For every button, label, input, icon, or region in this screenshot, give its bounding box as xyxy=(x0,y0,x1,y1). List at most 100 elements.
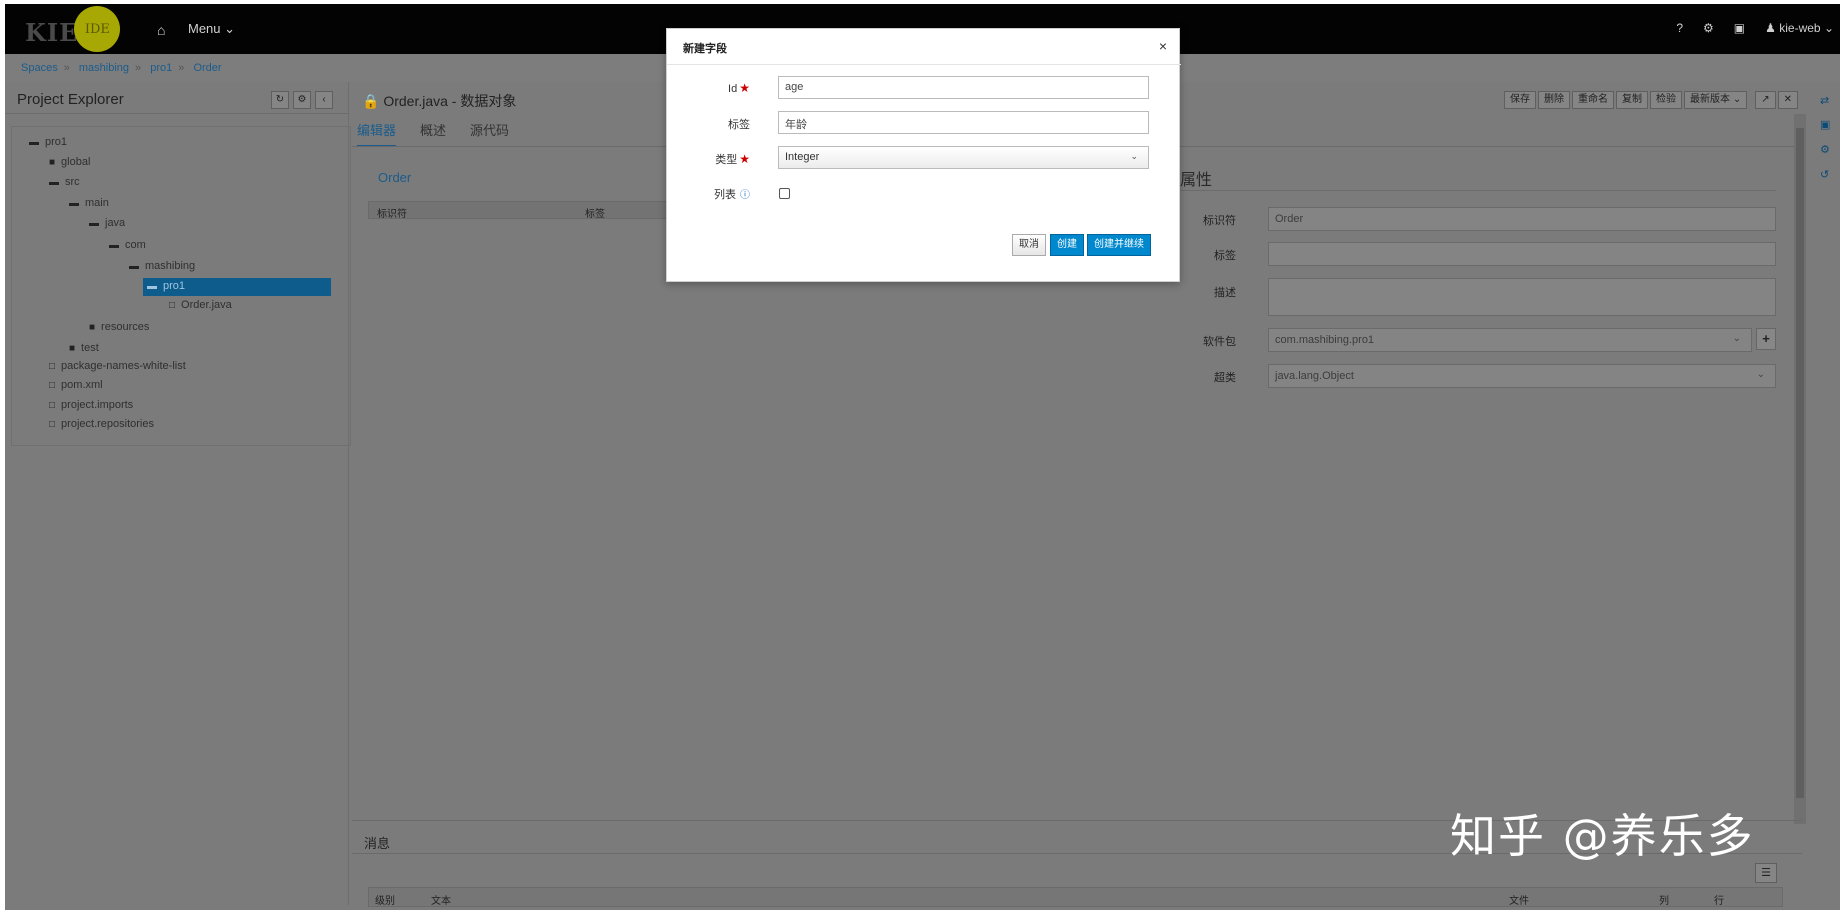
superclass-select[interactable]: java.lang.Object ⌄ xyxy=(1268,364,1776,388)
file-icon: □ xyxy=(169,300,176,311)
project-explorer-title: Project Explorer xyxy=(17,91,124,108)
close-editor-button[interactable]: ✕ xyxy=(1777,91,1798,109)
list-checkbox[interactable] xyxy=(779,188,790,199)
tab-editor[interactable]: 编辑器 xyxy=(357,120,397,147)
chevron-down-icon: ⌄ xyxy=(1756,369,1765,380)
editor-scrollbar[interactable] xyxy=(1794,114,1806,824)
breadcrumb-separator: » xyxy=(63,62,70,74)
gear-icon[interactable]: ⚙ xyxy=(1703,21,1714,35)
gear-icon[interactable]: ⚙ xyxy=(1820,143,1830,156)
history-icon[interactable]: ↺ xyxy=(1820,168,1829,181)
tab-source[interactable]: 源代码 xyxy=(470,120,509,147)
copy-button[interactable]: 复制 xyxy=(1616,91,1649,109)
fields-table-header: 标识符 标签 xyxy=(368,201,668,220)
required-star-icon: ★ xyxy=(739,152,750,166)
folder-icon: ■ xyxy=(69,343,76,354)
briefcase-icon[interactable]: ▣ xyxy=(1820,118,1830,131)
label-input[interactable]: 年龄 xyxy=(778,111,1149,134)
folder-icon: ■ xyxy=(49,157,56,168)
column-header[interactable]: 文本 xyxy=(431,892,451,907)
user-name: kie-web xyxy=(1779,21,1821,35)
camera-icon[interactable]: ▣ xyxy=(1734,21,1745,35)
create-button[interactable]: 创建 xyxy=(1050,234,1084,256)
label-field[interactable] xyxy=(1268,242,1776,266)
folder-open-icon: ▬ xyxy=(49,177,59,188)
help-icon[interactable]: ? xyxy=(1676,21,1683,35)
info-icon[interactable]: ⓘ xyxy=(740,190,750,201)
tree-item-selected[interactable]: ▬ pro1 xyxy=(143,278,331,296)
tree-item[interactable]: □ package-names-white-list xyxy=(49,360,186,372)
cancel-button[interactable]: 取消 xyxy=(1012,234,1046,256)
project-explorer-header: Project Explorer ↻ ⚙ ‹ xyxy=(5,82,349,114)
chevron-down-icon: ⌄ xyxy=(1823,21,1834,35)
close-icon[interactable]: × xyxy=(1159,38,1167,54)
maximize-button[interactable]: ↗ xyxy=(1755,91,1776,109)
dialog-title: 新建字段 xyxy=(683,43,727,55)
tree-item[interactable]: ▬ src xyxy=(49,176,80,188)
folder-open-icon: ▬ xyxy=(147,281,157,292)
column-header[interactable]: 级别 xyxy=(375,892,395,907)
breadcrumb-item[interactable]: Spaces xyxy=(21,62,58,74)
required-star-icon: ★ xyxy=(739,81,750,95)
validate-button[interactable]: 检验 xyxy=(1650,91,1683,109)
column-header[interactable]: 标识符 xyxy=(377,205,407,220)
tree-item[interactable]: □ pom.xml xyxy=(49,379,103,391)
tree-item[interactable]: □ Order.java xyxy=(169,299,232,311)
menu-dropdown[interactable]: Menu ⌄ xyxy=(188,21,235,37)
file-icon: □ xyxy=(49,361,56,372)
user-icon: ♟ xyxy=(1765,21,1776,35)
column-header[interactable]: 标签 xyxy=(585,205,605,220)
breadcrumb-item[interactable]: Order xyxy=(193,62,221,74)
add-package-button[interactable]: + xyxy=(1756,328,1776,350)
scrollbar-thumb[interactable] xyxy=(1796,128,1804,798)
tree-item[interactable]: ■ resources xyxy=(89,321,149,333)
menu-label: Menu xyxy=(188,21,221,36)
data-object-name[interactable]: Order xyxy=(378,170,411,185)
tree-item[interactable]: □ project.repositories xyxy=(49,418,154,430)
editor-tabs: 编辑器 概述 源代码 xyxy=(357,120,509,147)
identifier-field[interactable]: Order xyxy=(1268,207,1776,231)
id-input[interactable]: age xyxy=(778,76,1149,99)
list-view-button[interactable]: ☰ xyxy=(1755,863,1777,883)
shuffle-icon[interactable]: ⇄ xyxy=(1820,94,1829,107)
properties-title: 属性 xyxy=(1180,172,1213,189)
breadcrumb-item[interactable]: mashibing xyxy=(79,62,129,74)
messages-title: 消息 xyxy=(364,836,391,851)
user-menu[interactable]: ♟ kie-web ⌄ xyxy=(1765,21,1834,35)
delete-button[interactable]: 删除 xyxy=(1538,91,1571,109)
watermark: 知乎 @养乐多 xyxy=(1450,809,1755,863)
latest-version-dropdown[interactable]: 最新版本 ⌄ xyxy=(1684,91,1748,109)
column-header[interactable]: 列 xyxy=(1659,892,1669,907)
tree-item[interactable]: ▬ main xyxy=(69,197,109,209)
settings-button[interactable]: ⚙ xyxy=(293,91,311,109)
description-textarea[interactable] xyxy=(1268,278,1776,316)
tab-overview[interactable]: 概述 xyxy=(420,120,446,147)
create-and-continue-button[interactable]: 创建并继续 xyxy=(1087,234,1151,256)
chevron-down-icon: ⌄ xyxy=(1130,151,1138,161)
kie-ide-logo[interactable]: KIE IDE xyxy=(25,6,121,52)
column-header[interactable]: 行 xyxy=(1714,892,1724,907)
package-select[interactable]: com.mashibing.pro1 ⌄ xyxy=(1268,328,1752,352)
type-select[interactable]: Integer ⌄ xyxy=(778,146,1149,169)
dialog-header: 新建字段 × xyxy=(667,29,1181,65)
breadcrumb-item[interactable]: pro1 xyxy=(150,62,172,74)
top-right-actions: ? ⚙ ▣ ♟ kie-web ⌄ xyxy=(1676,21,1834,35)
tree-item[interactable]: ■ global xyxy=(49,156,90,168)
tree-item[interactable]: ▬ com xyxy=(109,239,146,251)
rename-button[interactable]: 重命名 xyxy=(1572,91,1615,109)
refresh-button[interactable]: ↻ xyxy=(271,91,289,109)
list-label: 列表 ⓘ xyxy=(714,189,750,201)
tree-item[interactable]: ▬ mashibing xyxy=(129,260,195,272)
logo-kie-text: KIE xyxy=(25,17,79,47)
label-label: 标签 xyxy=(1214,250,1236,262)
editor-title: 🔒 Order.java - 数据对象 xyxy=(362,93,517,109)
tree-item[interactable]: ▬ pro1 xyxy=(29,136,67,148)
folder-open-icon: ▬ xyxy=(29,137,39,148)
tree-item[interactable]: ■ test xyxy=(69,342,99,354)
save-button[interactable]: 保存 xyxy=(1504,91,1537,109)
collapse-button[interactable]: ‹ xyxy=(315,91,333,109)
tree-item[interactable]: □ project.imports xyxy=(49,399,133,411)
column-header[interactable]: 文件 xyxy=(1509,892,1529,907)
tree-item[interactable]: ▬ java xyxy=(89,217,125,229)
home-icon[interactable]: ⌂ xyxy=(157,22,165,38)
